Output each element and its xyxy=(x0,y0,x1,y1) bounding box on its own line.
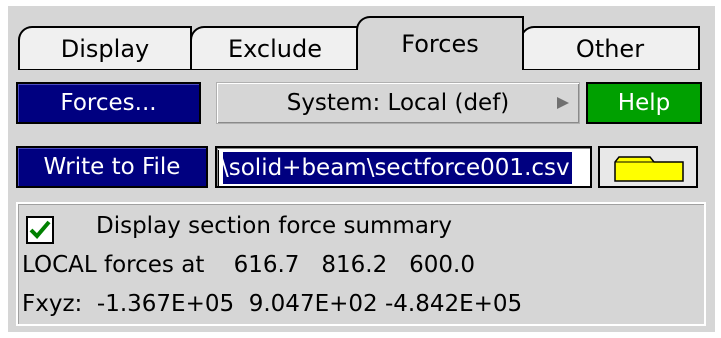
tab-exclude[interactable]: Exclude xyxy=(190,26,360,70)
checkmark-icon xyxy=(29,220,51,239)
system-dropdown[interactable]: System: Local (def) xyxy=(216,82,580,124)
help-button[interactable]: Help xyxy=(586,82,702,124)
tab-forces[interactable]: Forces xyxy=(356,16,524,70)
text-caret xyxy=(218,150,223,186)
system-dropdown-value: System: Local (def) xyxy=(286,90,510,116)
filename-input[interactable]: \solid+beam\sectforce001.csv xyxy=(215,146,592,188)
write-to-file-button[interactable]: Write to File xyxy=(16,146,208,188)
forces-panel: Display Exclude Other Forces Forces... S… xyxy=(8,6,715,332)
tab-display[interactable]: Display xyxy=(18,26,192,70)
fxyz-readout: Fxyz: -1.367E+05 9.047E+02 -4.842E+05 xyxy=(22,291,523,317)
arrow-right-icon xyxy=(557,97,569,109)
tab-other[interactable]: Other xyxy=(520,26,700,70)
display-summary-checkbox[interactable] xyxy=(26,216,54,244)
filename-value: \solid+beam\sectforce001.csv xyxy=(219,152,572,184)
browse-folder-button[interactable] xyxy=(598,146,698,188)
display-summary-label: Display section force summary xyxy=(96,213,452,239)
folder-icon xyxy=(614,156,684,182)
forces-button[interactable]: Forces... xyxy=(16,82,201,124)
local-forces-readout: LOCAL forces at 616.7 816.2 600.0 xyxy=(22,252,475,278)
